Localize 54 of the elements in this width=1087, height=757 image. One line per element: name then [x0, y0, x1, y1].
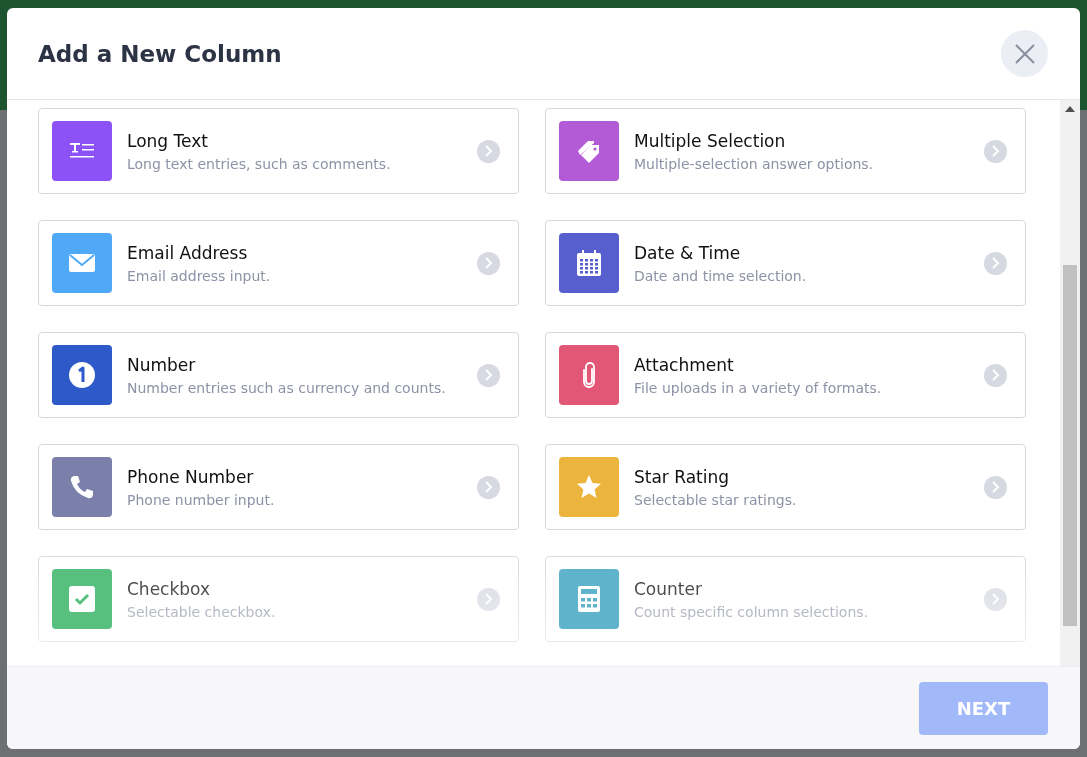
calendar-icon	[577, 250, 601, 276]
dialog-title: Add a New Column	[38, 40, 282, 67]
calculator-icon	[578, 586, 600, 612]
paperclip-icon	[581, 361, 597, 389]
column-type-description: Number entries such as currency and counts.	[127, 379, 447, 396]
phone-icon	[69, 474, 95, 500]
scrollbar[interactable]	[1060, 100, 1080, 666]
column-type-name: Checkbox	[127, 578, 212, 599]
chevron-right-icon	[984, 139, 1007, 163]
chevron-right-icon	[477, 475, 500, 499]
column-type-name: Number	[127, 354, 197, 375]
chevron-right-icon	[984, 251, 1007, 275]
column-type-description: Selectable star ratings.	[634, 491, 798, 508]
column-type-card[interactable]: Checkbox Selectable checkbox.	[38, 556, 519, 642]
column-type-name: Counter	[634, 578, 703, 599]
column-type-description: Multiple-selection answer options.	[634, 155, 875, 172]
text-lines-icon	[69, 141, 95, 161]
column-type-description: Long text entries, such as comments.	[127, 155, 392, 172]
column-type-card[interactable]: Email Address Email address input.	[38, 220, 519, 306]
column-type-card[interactable]: Attachment File uploads in a variety of formats.	[545, 332, 1026, 418]
number-one-icon	[68, 361, 96, 389]
chevron-right-icon	[477, 363, 500, 387]
chevron-right-icon	[984, 475, 1007, 499]
chevron-right-icon	[984, 363, 1007, 387]
column-type-card[interactable]: Phone Number Phone number input.	[38, 444, 519, 530]
column-type-name: Phone Number	[127, 466, 255, 487]
column-type-name: Date & Time	[634, 242, 742, 263]
column-type-name: Email Address	[127, 242, 249, 263]
column-type-description: Count specific column selections.	[634, 603, 870, 620]
column-type-name: Star Rating	[634, 466, 731, 487]
star-icon	[576, 474, 602, 500]
close-button[interactable]	[1001, 30, 1048, 77]
column-type-description: File uploads in a variety of formats.	[634, 379, 883, 396]
column-type-description: Email address input.	[127, 267, 272, 284]
chevron-right-icon	[477, 251, 500, 275]
chevron-right-icon	[477, 587, 500, 611]
column-type-description: Selectable checkbox.	[127, 603, 277, 620]
column-type-card[interactable]: Multiple Selection Multiple-selection answer options.	[545, 108, 1026, 194]
column-type-description: Date and time selection.	[634, 267, 808, 284]
column-type-name: Multiple Selection	[634, 130, 787, 151]
column-type-card[interactable]: Star Rating Selectable star ratings.	[545, 444, 1026, 530]
scroll-up-arrow-icon[interactable]	[1065, 106, 1075, 112]
chevron-right-icon	[477, 139, 500, 163]
column-type-name: Long Text	[127, 130, 209, 151]
close-icon	[1014, 43, 1035, 64]
checkbox-icon	[69, 586, 95, 612]
column-type-card[interactable]: Long Text Long text entries, such as comments.	[38, 108, 519, 194]
column-type-description: Phone number input.	[127, 491, 276, 508]
column-type-card[interactable]: Counter Count specific column selections.	[545, 556, 1026, 642]
column-type-name: Attachment	[634, 354, 735, 375]
envelope-icon	[69, 254, 95, 272]
column-type-card[interactable]: Number Number entries such as currency and counts.	[38, 332, 519, 418]
chevron-right-icon	[984, 587, 1007, 611]
column-type-card[interactable]: Date & Time Date and time selection.	[545, 220, 1026, 306]
